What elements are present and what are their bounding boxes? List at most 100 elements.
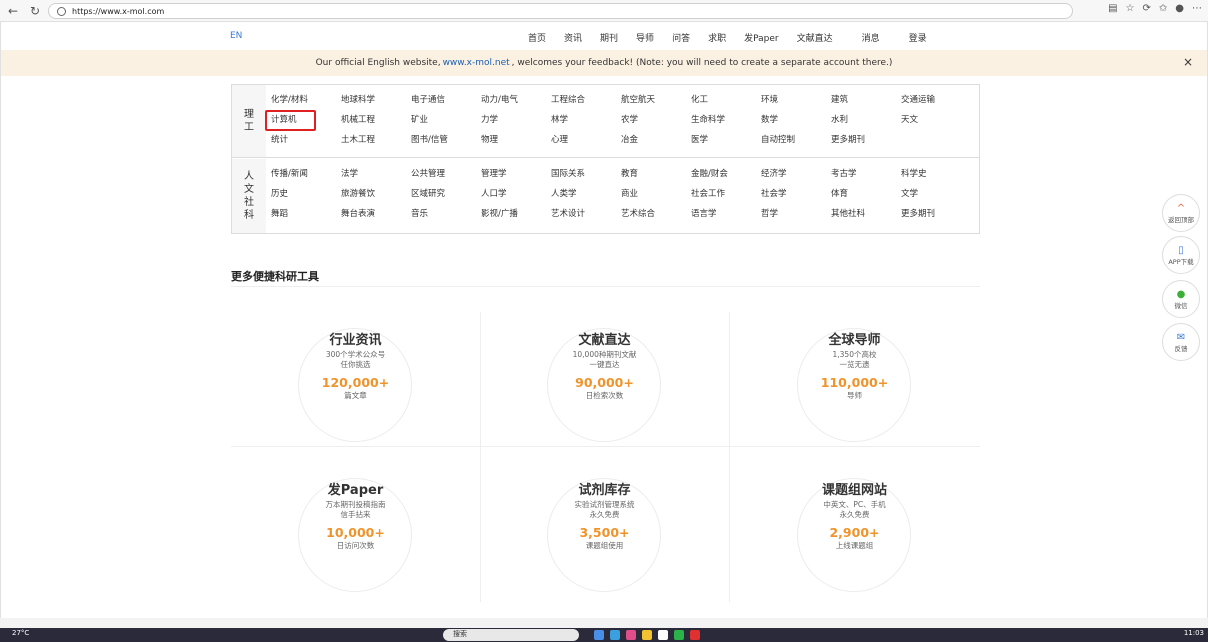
subject-link[interactable]: 更多期刊: [901, 208, 971, 221]
subject-link[interactable]: 历史: [271, 188, 341, 201]
back-to-top-button[interactable]: ^ 返回顶部: [1162, 194, 1200, 232]
extensions-icon[interactable]: ⟳: [1142, 3, 1150, 14]
subject-link[interactable]: 国际关系: [551, 168, 621, 181]
subject-link[interactable]: 社会工作: [691, 188, 761, 201]
subject-link[interactable]: 化工: [691, 94, 761, 107]
subject-link[interactable]: 其他社科: [831, 208, 901, 221]
tool-card[interactable]: 行业资讯 300个学术公众号 任你挑选 120,000+ 篇文章: [231, 312, 480, 448]
english-site-link[interactable]: www.x-mol.net: [443, 58, 510, 68]
subject-link[interactable]: 天文: [901, 114, 971, 127]
subject-link[interactable]: 教育: [621, 168, 691, 181]
nav-literature[interactable]: 文献直达: [797, 31, 833, 44]
subject-link[interactable]: 社会学: [761, 188, 831, 201]
subject-link[interactable]: 地球科学: [341, 94, 411, 107]
subject-link[interactable]: 化学/材料: [271, 94, 341, 107]
subject-link[interactable]: 人口学: [481, 188, 551, 201]
refresh-icon[interactable]: ↻: [26, 2, 44, 20]
app-download-button[interactable]: ▯ APP下载: [1162, 236, 1200, 274]
lang-switch-link[interactable]: EN: [230, 31, 242, 41]
subject-link[interactable]: 交通运输: [901, 94, 971, 107]
subject-link[interactable]: 艺术综合: [621, 208, 691, 221]
subject-link[interactable]: 文学: [901, 188, 971, 201]
subject-link[interactable]: 语言学: [691, 208, 761, 221]
subject-link[interactable]: 林学: [551, 114, 621, 127]
subject-link[interactable]: 艺术设计: [551, 208, 621, 221]
nav-messages[interactable]: 消息: [862, 31, 880, 44]
tool-card[interactable]: 试剂库存 实验试剂管理系统 永久免费 3,500+ 课题组使用: [480, 462, 729, 598]
subject-link[interactable]: 区域研究: [411, 188, 481, 201]
more-icon[interactable]: ⋯: [1192, 3, 1202, 14]
site-info-icon[interactable]: [57, 6, 66, 16]
subject-link[interactable]: 农学: [621, 114, 691, 127]
subject-link[interactable]: 科学史: [901, 168, 971, 181]
favorite-star-icon[interactable]: ☆: [1126, 3, 1135, 14]
nav-home[interactable]: 首页: [528, 31, 546, 44]
subject-link[interactable]: 金融/财会: [691, 168, 761, 181]
subject-link[interactable]: 自动控制: [761, 134, 831, 147]
subject-link[interactable]: 公共管理: [411, 168, 481, 181]
nav-journals[interactable]: 期刊: [600, 31, 618, 44]
subject-link[interactable]: 影视/广播: [481, 208, 551, 221]
subject-link[interactable]: 水利: [831, 114, 901, 127]
subject-link[interactable]: 传播/新闻: [271, 168, 341, 181]
app-icon[interactable]: [610, 630, 620, 640]
nav-qa[interactable]: 问答: [672, 31, 690, 44]
subject-link[interactable]: 生命科学: [691, 114, 761, 127]
subject-link[interactable]: 电子通信: [411, 94, 481, 107]
app-icon[interactable]: [626, 630, 636, 640]
subject-link[interactable]: 音乐: [411, 208, 481, 221]
app-icon[interactable]: [642, 630, 652, 640]
subject-link[interactable]: 商业: [621, 188, 691, 201]
app-icon[interactable]: [690, 630, 700, 640]
app-icon[interactable]: [674, 630, 684, 640]
app-icon[interactable]: [594, 630, 604, 640]
subject-link[interactable]: 建筑: [831, 94, 901, 107]
tool-card[interactable]: 文献直达 10,000种期刊文献 一键直达 90,000+ 日检索次数: [480, 312, 729, 448]
tool-card[interactable]: 课题组网站 中英文、PC、手机 永久免费 2,900+ 上线课题组: [730, 462, 979, 598]
tool-card[interactable]: 全球导师 1,350个高校 一览无遗 110,000+ 导师: [730, 312, 979, 448]
subject-link[interactable]: 物理: [481, 134, 551, 147]
subject-link[interactable]: 航空航天: [621, 94, 691, 107]
subject-link[interactable]: 旅游餐饮: [341, 188, 411, 201]
feedback-button[interactable]: ✉ 反馈: [1162, 323, 1200, 361]
subject-link[interactable]: 力学: [481, 114, 551, 127]
profile-icon[interactable]: ●: [1175, 3, 1184, 14]
subject-link[interactable]: 管理学: [481, 168, 551, 181]
subject-link[interactable]: 土木工程: [341, 134, 411, 147]
subject-link[interactable]: 环境: [761, 94, 831, 107]
subject-link[interactable]: 机械工程: [341, 114, 411, 127]
close-icon[interactable]: ×: [1183, 55, 1193, 69]
back-icon[interactable]: ←: [4, 2, 22, 20]
subject-link[interactable]: 哲学: [761, 208, 831, 221]
nav-login[interactable]: 登录: [909, 31, 927, 44]
favorites-list-icon[interactable]: ✩: [1159, 3, 1167, 14]
subject-link[interactable]: 更多期刊: [831, 134, 901, 147]
weather-widget[interactable]: 27°C: [12, 629, 29, 637]
subject-link[interactable]: 图书/信管: [411, 134, 481, 147]
subject-link[interactable]: 统计: [271, 134, 341, 147]
taskbar-search[interactable]: 搜索: [443, 629, 579, 641]
subject-link[interactable]: 冶金: [621, 134, 691, 147]
tool-card[interactable]: 发Paper 万本期刊投稿指南 信手拈来 10,000+ 日访问次数: [231, 462, 480, 598]
subject-link[interactable]: 动力/电气: [481, 94, 551, 107]
reader-icon[interactable]: ▤: [1108, 3, 1117, 14]
nav-news[interactable]: 资讯: [564, 31, 582, 44]
subject-link[interactable]: 法学: [341, 168, 411, 181]
subject-link[interactable]: 舞台表演: [341, 208, 411, 221]
subject-link[interactable]: 医学: [691, 134, 761, 147]
nav-mentors[interactable]: 导师: [636, 31, 654, 44]
subject-link[interactable]: 矿业: [411, 114, 481, 127]
subject-link[interactable]: 心理: [551, 134, 621, 147]
wechat-button[interactable]: ● 微信: [1162, 280, 1200, 318]
nav-jobs[interactable]: 求职: [708, 31, 726, 44]
subject-link[interactable]: 经济学: [761, 168, 831, 181]
subject-link[interactable]: 工程综合: [551, 94, 621, 107]
subject-link[interactable]: 体育: [831, 188, 901, 201]
subject-link[interactable]: 人类学: [551, 188, 621, 201]
subject-link[interactable]: 舞蹈: [271, 208, 341, 221]
address-bar[interactable]: https://www.x-mol.com: [48, 3, 1073, 19]
subject-link[interactable]: 数学: [761, 114, 831, 127]
subject-link[interactable]: 考古学: [831, 168, 901, 181]
app-icon[interactable]: [658, 630, 668, 640]
nav-paper[interactable]: 发Paper: [744, 31, 779, 44]
